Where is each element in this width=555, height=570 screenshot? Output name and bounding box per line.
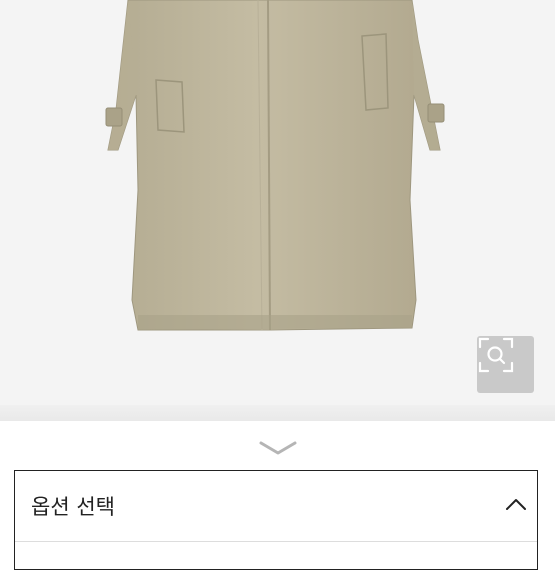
chevron-down-icon [259,441,297,455]
chevron-up-icon [506,499,526,510]
trench-coat-image [105,0,445,331]
product-image[interactable] [0,0,555,405]
expand-details-button[interactable] [258,438,298,458]
option-select-toggle[interactable]: 옵션 선택 [15,471,537,542]
zoom-button[interactable] [477,336,534,393]
magnifier-expand-icon [478,337,514,373]
option-select-panel: 옵션 선택 [14,470,538,570]
option-select-label: 옵션 선택 [31,495,115,519]
section-divider [0,405,555,421]
